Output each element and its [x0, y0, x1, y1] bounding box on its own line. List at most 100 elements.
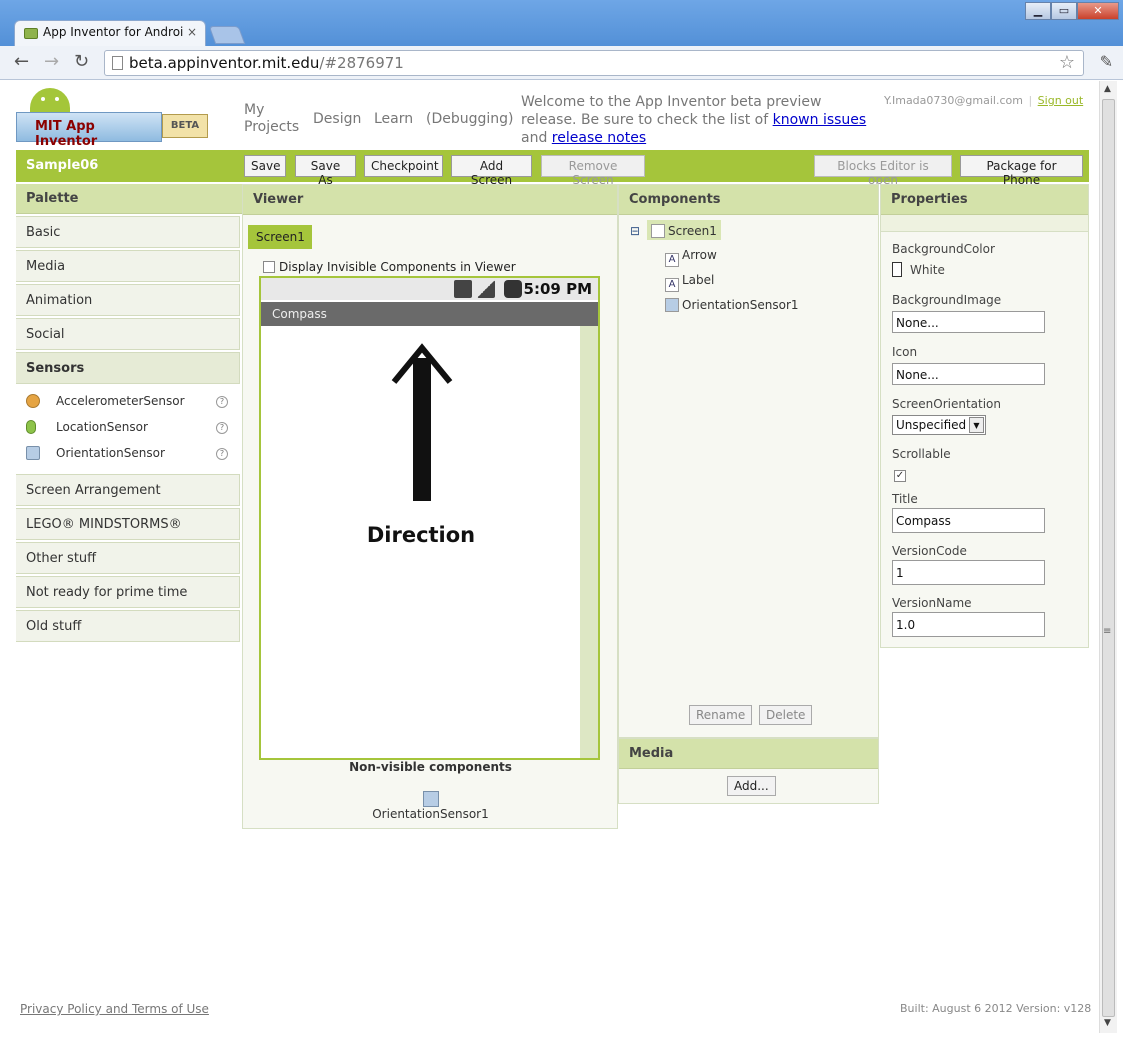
palette-old-stuff[interactable]: Old stuff [16, 610, 240, 642]
user-separator: | [1028, 94, 1033, 107]
components-title: Components [619, 185, 878, 215]
component-label[interactable]: A Label [665, 273, 714, 292]
location-help-icon[interactable]: ? [216, 422, 228, 434]
component-screen1[interactable]: Screen1 [647, 220, 721, 240]
reload-icon[interactable]: ↻ [74, 51, 89, 72]
close-tab-icon[interactable]: × [187, 25, 197, 39]
palette-animation[interactable]: Animation [16, 284, 240, 316]
orientation-prop-label: ScreenOrientation [892, 397, 1002, 411]
bookmark-star-icon[interactable]: ☆ [1059, 52, 1075, 73]
checkpoint-button[interactable]: Checkpoint [364, 155, 443, 177]
gprs-signal-icon [454, 280, 472, 298]
browser-toolbar: ← → ↻ beta.appinventor.mit.edu/#2876971 … [0, 46, 1123, 80]
component-arrow[interactable]: A Arrow [665, 248, 717, 267]
new-tab-button[interactable] [208, 26, 246, 44]
scrollable-checkbox[interactable]: ✓ [894, 465, 910, 482]
nonvisible-orientation-icon[interactable] [423, 791, 439, 807]
forward-arrow-icon[interactable]: → [44, 51, 59, 72]
direction-label[interactable]: Direction [261, 523, 581, 547]
location-label: LocationSensor [56, 420, 148, 434]
palette-not-ready[interactable]: Not ready for prime time [16, 576, 240, 608]
project-toolbar: Sample06 Save Save As Checkpoint Add Scr… [16, 150, 1089, 187]
palette-panel: Palette Basic Media Animation Social Sen… [16, 184, 242, 644]
display-invisible-label: Display Invisible Components in Viewer [279, 260, 516, 274]
phone-preview[interactable]: 5:09 PM Compass Direction [259, 276, 600, 760]
back-arrow-icon[interactable]: ← [14, 51, 29, 72]
add-media-button[interactable]: Add... [727, 776, 776, 796]
version-code-input[interactable]: 1 [892, 560, 1045, 585]
nav-design[interactable]: Design [313, 111, 361, 127]
orientation-sensor-icon [665, 298, 679, 312]
blocks-editor-button[interactable]: Blocks Editor is open [814, 155, 952, 187]
orientation-help-icon[interactable]: ? [216, 448, 228, 460]
palette-title: Palette [16, 184, 242, 214]
scrollable-check[interactable]: ✓ [894, 470, 906, 482]
add-screen-button[interactable]: Add Screen [451, 155, 532, 187]
accelerometer-help-icon[interactable]: ? [216, 396, 228, 408]
nonvisible-title: Non-visible components [349, 760, 512, 774]
display-invisible-checkbox[interactable]: Display Invisible Components in Viewer [263, 260, 516, 274]
privacy-policy-link[interactable]: Privacy Policy and Terms of Use [20, 1002, 209, 1016]
palette-media[interactable]: Media [16, 250, 240, 282]
palette-sensors[interactable]: Sensors [16, 352, 240, 384]
save-button[interactable]: Save [244, 155, 286, 177]
page-scrollbar[interactable]: ▲ ≡ ▼ [1099, 81, 1117, 1033]
nav-learn[interactable]: Learn [374, 111, 413, 127]
palette-social[interactable]: Social [16, 318, 240, 350]
image-component-icon: A [665, 253, 679, 267]
phone-status-bar: 5:09 PM [261, 278, 598, 300]
chevron-down-icon[interactable]: ▼ [969, 417, 984, 433]
save-as-button[interactable]: Save As [295, 155, 356, 187]
address-bar[interactable]: beta.appinventor.mit.edu/#2876971 ☆ [104, 50, 1084, 76]
bg-image-input[interactable]: None... [892, 311, 1045, 333]
nonvisible-item[interactable]: OrientationSensor1 [263, 807, 598, 821]
build-info: Built: August 6 2012 Version: v128 [900, 1002, 1092, 1015]
component-orientationsensor1-label: OrientationSensor1 [682, 298, 799, 312]
sensor-accelerometer[interactable]: AccelerometerSensor [26, 394, 185, 408]
screen-orientation-select[interactable]: Unspecified ▼ [892, 415, 986, 435]
orientation-label: OrientationSensor [56, 446, 165, 460]
display-invisible-box[interactable] [263, 261, 275, 273]
rename-button[interactable]: Rename [689, 705, 753, 725]
arrow-image[interactable] [413, 358, 431, 501]
sign-out-link[interactable]: Sign out [1038, 94, 1084, 107]
page-icon [112, 56, 123, 70]
minimize-icon[interactable]: ▁ [1025, 2, 1051, 20]
known-issues-link[interactable]: known issues [773, 112, 867, 128]
phone-title-bar: Compass [261, 302, 598, 326]
accelerometer-label: AccelerometerSensor [56, 394, 185, 408]
palette-screen-arrangement[interactable]: Screen Arrangement [16, 474, 240, 506]
nav-debugging[interactable]: (Debugging) [426, 111, 514, 127]
project-name: Sample06 [26, 158, 99, 173]
scroll-up-icon[interactable]: ▲ [1104, 84, 1111, 94]
release-notes-link[interactable]: release notes [552, 130, 646, 146]
welcome-and: and [521, 130, 552, 146]
sensor-location[interactable]: LocationSensor [26, 420, 148, 434]
title-input[interactable]: Compass [892, 508, 1045, 533]
browser-tab[interactable]: App Inventor for Androi × [14, 20, 206, 46]
delete-button[interactable]: Delete [759, 705, 813, 725]
bg-color-value[interactable]: White [892, 262, 945, 277]
browser-chrome: App Inventor for Androi × ▁ ▭ ✕ ← → ↻ be… [0, 0, 1123, 80]
palette-other-stuff[interactable]: Other stuff [16, 542, 240, 574]
icon-input[interactable]: None... [892, 363, 1045, 385]
close-window-icon[interactable]: ✕ [1077, 2, 1119, 20]
logo-text: MIT App Inventor [16, 112, 162, 149]
palette-basic[interactable]: Basic [16, 216, 240, 248]
remove-screen-button[interactable]: Remove Screen [541, 155, 645, 187]
version-name-input[interactable]: 1.0 [892, 612, 1045, 637]
nav-my-projects[interactable]: My Projects [244, 102, 304, 136]
scroll-down-icon[interactable]: ▼ [1104, 1018, 1111, 1028]
label-component-icon: A [665, 278, 679, 292]
sensor-orientation[interactable]: OrientationSensor [26, 446, 165, 460]
screen1-tab[interactable]: Screen1 [248, 225, 312, 249]
component-orientationsensor1[interactable]: OrientationSensor1 [665, 298, 799, 312]
maximize-icon[interactable]: ▭ [1051, 2, 1077, 20]
properties-subheader [881, 215, 1088, 232]
scrollbar-thumb[interactable] [1102, 99, 1115, 1017]
palette-lego-mindstorms[interactable]: LEGO® MINDSTORMS® [16, 508, 240, 540]
app-logo[interactable]: MIT App Inventor BETA [16, 88, 208, 149]
collapse-toggle-icon[interactable]: ⊟ [630, 224, 640, 238]
package-for-phone-button[interactable]: Package for Phone [960, 155, 1083, 187]
wrench-menu-icon[interactable]: ✎ [1100, 52, 1113, 71]
